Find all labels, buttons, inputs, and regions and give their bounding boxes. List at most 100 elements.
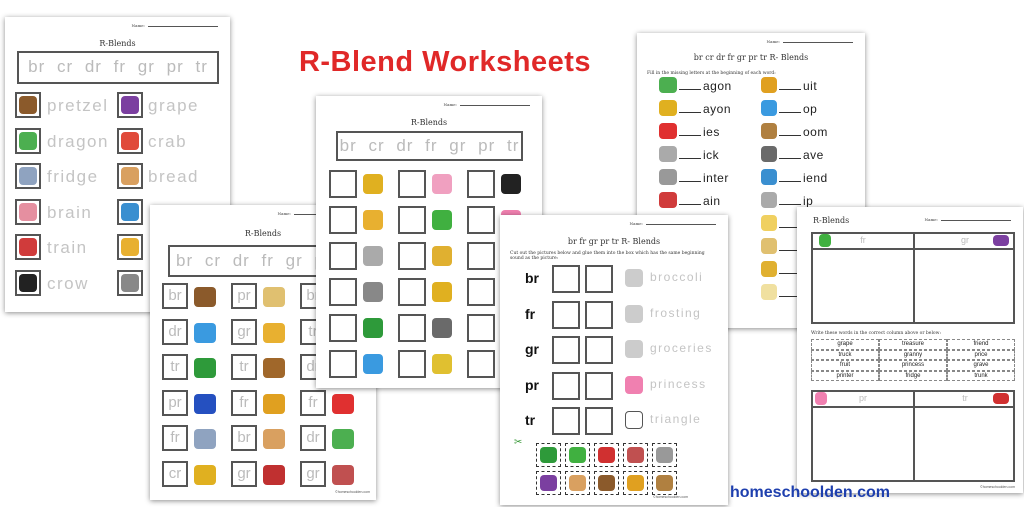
word-cell: princess <box>879 360 947 371</box>
truck-icon <box>598 447 615 463</box>
trace-word: brain <box>47 202 93 222</box>
brick-icon <box>363 246 383 266</box>
braid-icon <box>761 215 777 231</box>
grave-icon <box>432 318 452 338</box>
glue-box <box>552 265 580 293</box>
copyright: ©homeschoolden.com <box>335 490 370 494</box>
blend-box: cr <box>162 460 188 487</box>
picture-box <box>15 127 41 154</box>
fruit-icon <box>761 77 777 93</box>
blend-box: pr <box>231 283 257 309</box>
fries-icon <box>332 393 354 414</box>
grill-icon <box>263 464 285 485</box>
worksheet-title: R-Blends <box>410 118 448 127</box>
worksheet-title: R-Blends <box>99 39 136 48</box>
glue-box <box>329 242 357 270</box>
name-field: Name: <box>132 23 218 28</box>
worksheet-sort-columns: R-Blends Name: fr gr Write these words in th… <box>797 207 1023 493</box>
fruit-icon <box>263 393 285 414</box>
name-field: Name: <box>630 221 716 226</box>
glue-box <box>585 300 613 329</box>
graph-icon <box>121 238 139 256</box>
word-cell: granny <box>879 349 947 360</box>
trumpet-icon <box>761 261 777 277</box>
glue-box <box>398 206 426 234</box>
copyright: ©homeschoolden.com <box>980 485 1015 489</box>
printer-icon <box>656 447 673 463</box>
blend-box: pr <box>162 389 188 416</box>
glue-box <box>467 170 495 198</box>
fill-word: ayon <box>679 102 731 116</box>
frog-icon <box>432 210 452 230</box>
picture-box <box>117 127 143 154</box>
crayons-icon <box>363 174 383 194</box>
dragon-icon <box>659 77 677 93</box>
trash-can-icon <box>363 282 383 302</box>
glue-box <box>398 170 426 198</box>
clock-icon <box>761 284 777 300</box>
train-icon <box>659 192 677 208</box>
blends-box: br cr dr fr gr pr tr <box>336 131 523 161</box>
grape-icon <box>540 475 557 491</box>
granny-icon <box>627 447 644 463</box>
cutout-picture <box>623 443 648 467</box>
cutout-picture <box>652 443 677 467</box>
prize-ribbon-icon <box>194 393 216 414</box>
fill-word: oom <box>779 125 828 139</box>
picture-box <box>15 234 41 260</box>
blend-box: fr <box>231 389 257 416</box>
glue-box <box>329 278 357 306</box>
blend-box: fr <box>162 425 188 451</box>
frog-icon <box>819 234 831 247</box>
blend-box: gr <box>231 460 257 487</box>
blend-box: tr <box>162 354 188 380</box>
glue-box <box>552 336 580 364</box>
crab-icon <box>121 131 139 150</box>
princess-icon <box>815 392 827 405</box>
picture-box <box>15 163 41 189</box>
trace-word: crow <box>47 273 89 293</box>
dragon-icon <box>19 131 37 150</box>
tractor-icon <box>363 318 383 338</box>
pretzel-icon <box>598 475 615 491</box>
picture-box <box>117 163 143 189</box>
drop-icon <box>761 100 777 116</box>
trace-word: princess <box>650 376 707 391</box>
fill-word: inter <box>679 171 729 185</box>
fill-word: ain <box>679 194 721 208</box>
trace-word: pretzel <box>47 96 109 115</box>
blend-box: dr <box>300 425 326 451</box>
frame-icon <box>432 354 452 374</box>
glue-box <box>585 407 613 435</box>
word-cell: trunk <box>947 370 1015 381</box>
word-cell: price <box>947 349 1015 360</box>
drink-icon <box>432 174 452 194</box>
trace-word: dragon <box>47 131 109 151</box>
fill-word: uit <box>779 79 817 93</box>
divider <box>913 234 915 322</box>
trace-word: triangle <box>650 412 702 426</box>
cutout-picture <box>536 443 561 467</box>
trash-can-icon <box>121 273 139 292</box>
glue-box <box>585 371 613 400</box>
picture-box <box>15 92 41 118</box>
blend-box: fr <box>300 389 326 416</box>
friends-icon <box>121 202 139 221</box>
glue-box <box>398 350 426 378</box>
truck-icon <box>993 393 1009 404</box>
bread-icon <box>121 167 139 185</box>
cutout-picture <box>594 443 619 467</box>
cutout-picture <box>594 471 619 495</box>
blend-box: br <box>162 283 188 309</box>
broom-icon <box>761 123 777 139</box>
blends-box: br cr dr fr gr pr tr <box>17 51 219 84</box>
cutout-picture <box>536 471 561 495</box>
graph-icon <box>363 210 383 230</box>
glue-box <box>552 371 580 400</box>
crow-icon <box>501 174 521 194</box>
scissors-icon: ✂ <box>514 437 523 448</box>
graph-icon <box>263 322 285 343</box>
blend-label: fr <box>525 305 536 322</box>
cutout-picture <box>565 471 590 495</box>
trace-word: grape <box>148 96 199 115</box>
